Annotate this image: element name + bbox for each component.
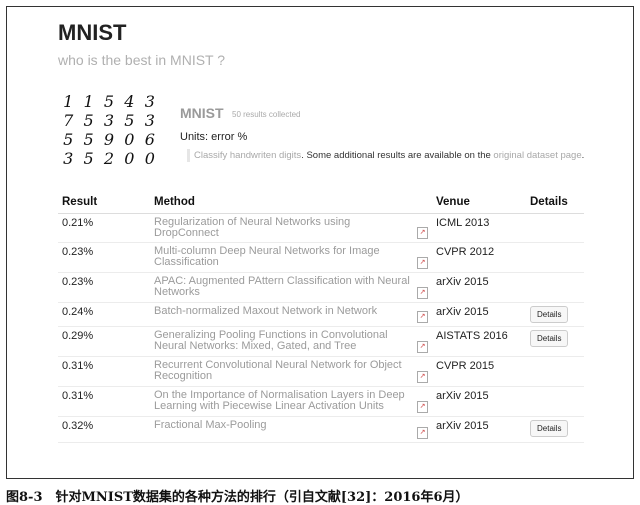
digit-sample: 6: [144, 129, 155, 149]
result-cell: 0.32%: [58, 416, 150, 443]
pdf-icon[interactable]: ↗: [417, 341, 428, 353]
method-link[interactable]: On the Importance of Normalisation Layer…: [150, 386, 432, 417]
figure-caption: 图8-3 针对MNIST数据集的各种方法的排行（引自文献[32]：2016年6月…: [6, 490, 469, 505]
venue-cell: arXiv 2015: [432, 272, 526, 303]
pdf-icon[interactable]: ↗: [417, 427, 428, 439]
digit-sample: 1: [83, 91, 94, 111]
digit-sample: 4: [124, 91, 135, 111]
table-header-row: Result Method Venue Details: [58, 191, 584, 214]
result-cell: 0.23%: [58, 272, 150, 303]
table-row: 0.21% Regularization of Neural Networks u…: [58, 213, 584, 243]
details-button[interactable]: Details: [530, 306, 569, 323]
venue-cell: arXiv 2015: [432, 416, 526, 443]
table-row: 0.23% APAC: Augmented PAttern Classificat…: [58, 272, 584, 303]
venue-cell: ICML 2013: [432, 213, 526, 243]
method-title[interactable]: APAC: Augmented PAttern Classification w…: [154, 275, 410, 298]
page-subtitle: who is the best in MNIST ?: [58, 52, 226, 68]
digit-sample: 0: [144, 148, 155, 168]
method-title[interactable]: Fractional Max-Pooling: [154, 419, 267, 431]
table-row: 0.32% Fractional Max-Pooling ↗ arXiv 2015 De…: [58, 416, 584, 443]
details-cell: [526, 356, 584, 387]
details-button[interactable]: Details: [530, 420, 569, 437]
dataset-name: MNIST: [180, 105, 224, 121]
digit-sample: 1: [63, 91, 74, 111]
results-count: 50 results collected: [232, 110, 301, 119]
details-cell: [526, 272, 584, 303]
details-cell: Details: [526, 326, 584, 357]
table-row: 0.31% Recurrent Convolutional Neural Netw…: [58, 356, 584, 387]
header-details: Details: [526, 191, 584, 214]
result-cell: 0.23%: [58, 242, 150, 273]
pdf-icon[interactable]: ↗: [417, 227, 428, 239]
pdf-icon[interactable]: ↗: [417, 401, 428, 413]
venue-cell: CVPR 2012: [432, 242, 526, 273]
details-cell: Details: [526, 302, 584, 327]
pdf-icon[interactable]: ↗: [417, 257, 428, 269]
digit-sample: 3: [144, 91, 155, 111]
digit-sample: 2: [103, 148, 115, 168]
digit-sample: 7: [63, 110, 74, 130]
method-link[interactable]: Multi-column Deep Neural Networks for Im…: [150, 242, 432, 273]
method-title[interactable]: Generalizing Pooling Functions in Convol…: [154, 329, 388, 352]
digit-sample: 5: [103, 91, 115, 111]
venue-cell: CVPR 2015: [432, 356, 526, 387]
venue-cell: AISTATS 2016: [432, 326, 526, 357]
classify-link[interactable]: Classify handwriten digits: [194, 150, 301, 161]
method-link[interactable]: Regularization of Neural Networks using …: [150, 213, 432, 243]
results-table: Result Method Venue Details 0.21% Regular…: [58, 191, 584, 443]
header-result: Result: [58, 191, 150, 214]
method-title[interactable]: Multi-column Deep Neural Networks for Im…: [154, 245, 380, 268]
method-title[interactable]: Batch-normalized Maxout Network in Netwo…: [154, 305, 377, 317]
result-cell: 0.31%: [58, 356, 150, 387]
mnist-digit-samples: 11543753535590635200: [58, 92, 160, 168]
method-title[interactable]: On the Importance of Normalisation Layer…: [154, 389, 405, 412]
header-venue: Venue: [432, 191, 526, 214]
method-link[interactable]: Recurrent Convolutional Neural Network f…: [150, 356, 432, 387]
details-cell: [526, 386, 584, 417]
result-cell: 0.29%: [58, 326, 150, 357]
page-title: MNIST: [58, 20, 127, 45]
digit-sample: 3: [63, 148, 74, 168]
digit-sample: 3: [144, 110, 155, 130]
header-method: Method: [150, 191, 432, 214]
details-cell: [526, 242, 584, 273]
table-row: 0.29% Generalizing Pooling Functions in C…: [58, 326, 584, 357]
venue-cell: arXiv 2015: [432, 386, 526, 417]
digit-sample: 5: [83, 129, 94, 149]
details-cell: Details: [526, 416, 584, 443]
method-link[interactable]: Generalizing Pooling Functions in Convol…: [150, 326, 432, 357]
table-row: 0.31% On the Importance of Normalisation …: [58, 386, 584, 417]
units-label: Units: error %: [180, 131, 248, 143]
digit-sample: 0: [124, 129, 135, 149]
method-link[interactable]: Batch-normalized Maxout Network in Netwo…: [150, 302, 432, 327]
digit-sample: 0: [124, 148, 135, 168]
description-text: . Some additional results are available …: [301, 150, 494, 161]
method-title[interactable]: Recurrent Convolutional Neural Network f…: [154, 359, 402, 382]
method-link[interactable]: APAC: Augmented PAttern Classification w…: [150, 272, 432, 303]
digit-sample: 5: [83, 148, 94, 168]
venue-cell: arXiv 2015: [432, 302, 526, 327]
dataset-description: Classify handwriten digits. Some additio…: [187, 149, 594, 162]
digit-sample: 3: [103, 110, 115, 130]
table-row: 0.23% Multi-column Deep Neural Networks f…: [58, 242, 584, 273]
details-button[interactable]: Details: [530, 330, 569, 347]
digit-sample: 5: [63, 129, 74, 149]
result-cell: 0.24%: [58, 302, 150, 327]
pdf-icon[interactable]: ↗: [417, 287, 428, 299]
digit-sample: 5: [124, 110, 135, 130]
pdf-icon[interactable]: ↗: [417, 311, 428, 323]
digit-sample: 9: [103, 129, 115, 149]
result-cell: 0.21%: [58, 213, 150, 243]
description-end: .: [581, 150, 585, 161]
method-link[interactable]: Fractional Max-Pooling ↗: [150, 416, 432, 443]
details-cell: [526, 213, 584, 243]
digit-sample: 5: [83, 110, 94, 130]
result-cell: 0.31%: [58, 386, 150, 417]
pdf-icon[interactable]: ↗: [417, 371, 428, 383]
method-title[interactable]: Regularization of Neural Networks using …: [154, 216, 350, 239]
table-row: 0.24% Batch-normalized Maxout Network in …: [58, 302, 584, 327]
original-dataset-link[interactable]: original dataset page: [493, 150, 581, 161]
